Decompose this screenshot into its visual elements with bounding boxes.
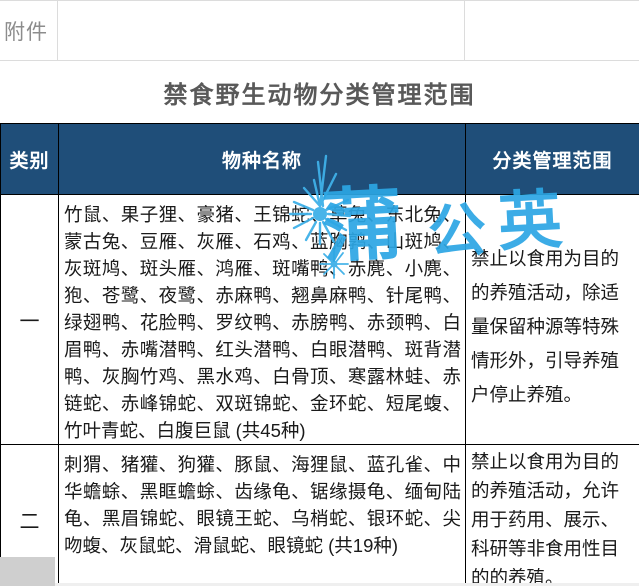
- management-scope-cell: 禁止以食用为目的的养殖活动，允许用于药用、展示、科研等非食用性目的的养殖。: [465, 444, 639, 586]
- classification-table: 类别 物种名称 分类管理范围 一 竹鼠、果子狸、豪猪、王锦蛇、草兔、东北兔、蒙古…: [0, 123, 639, 586]
- species-list-cell: 刺猬、猪獾、狗獾、豚鼠、海狸鼠、蓝孔雀、中华蟾蜍、黑眶蟾蜍、齿缘龟、锯缘摄龟、缅…: [58, 444, 466, 586]
- table-row-category-2: 二 刺猬、猪獾、狗獾、豚鼠、海狸鼠、蓝孔雀、中华蟾蜍、黑眶蟾蜍、齿缘龟、锯缘摄龟…: [0, 444, 639, 586]
- column-header-category: 类别: [0, 123, 59, 195]
- bottom-left-gray-artifact: [0, 557, 55, 586]
- management-scope-cell: 禁止以食用为目的的养殖活动，除适量保留种源等特殊情形外，引导养殖户停止养殖。: [465, 194, 639, 445]
- page-title: 禁食野生动物分类管理范围: [163, 81, 476, 109]
- attachment-empty-cell: [465, 1, 639, 60]
- title-row: 禁食野生动物分类管理范围: [0, 61, 639, 123]
- attachment-label: 附件: [4, 20, 48, 44]
- column-header-scope: 分类管理范围: [465, 123, 639, 195]
- attachment-row: 附件: [0, 0, 639, 61]
- table-row-category-1: 一 竹鼠、果子狸、豪猪、王锦蛇、草兔、东北兔、蒙古兔、豆雁、灰雁、石鸡、蓝胸鹑、…: [0, 194, 639, 445]
- attachment-empty-cell: [58, 1, 465, 60]
- species-list-cell: 竹鼠、果子狸、豪猪、王锦蛇、草兔、东北兔、蒙古兔、豆雁、灰雁、石鸡、蓝胸鹑、山斑…: [58, 194, 466, 445]
- attachment-label-cell: 附件: [0, 1, 58, 60]
- document-page: 附件 禁食野生动物分类管理范围 类别 物种名称 分类管理范围 一 竹鼠、果子狸、…: [0, 0, 639, 586]
- column-header-species: 物种名称: [58, 123, 466, 195]
- category-cell: 一: [0, 194, 59, 445]
- table-header-row: 类别 物种名称 分类管理范围: [0, 123, 639, 195]
